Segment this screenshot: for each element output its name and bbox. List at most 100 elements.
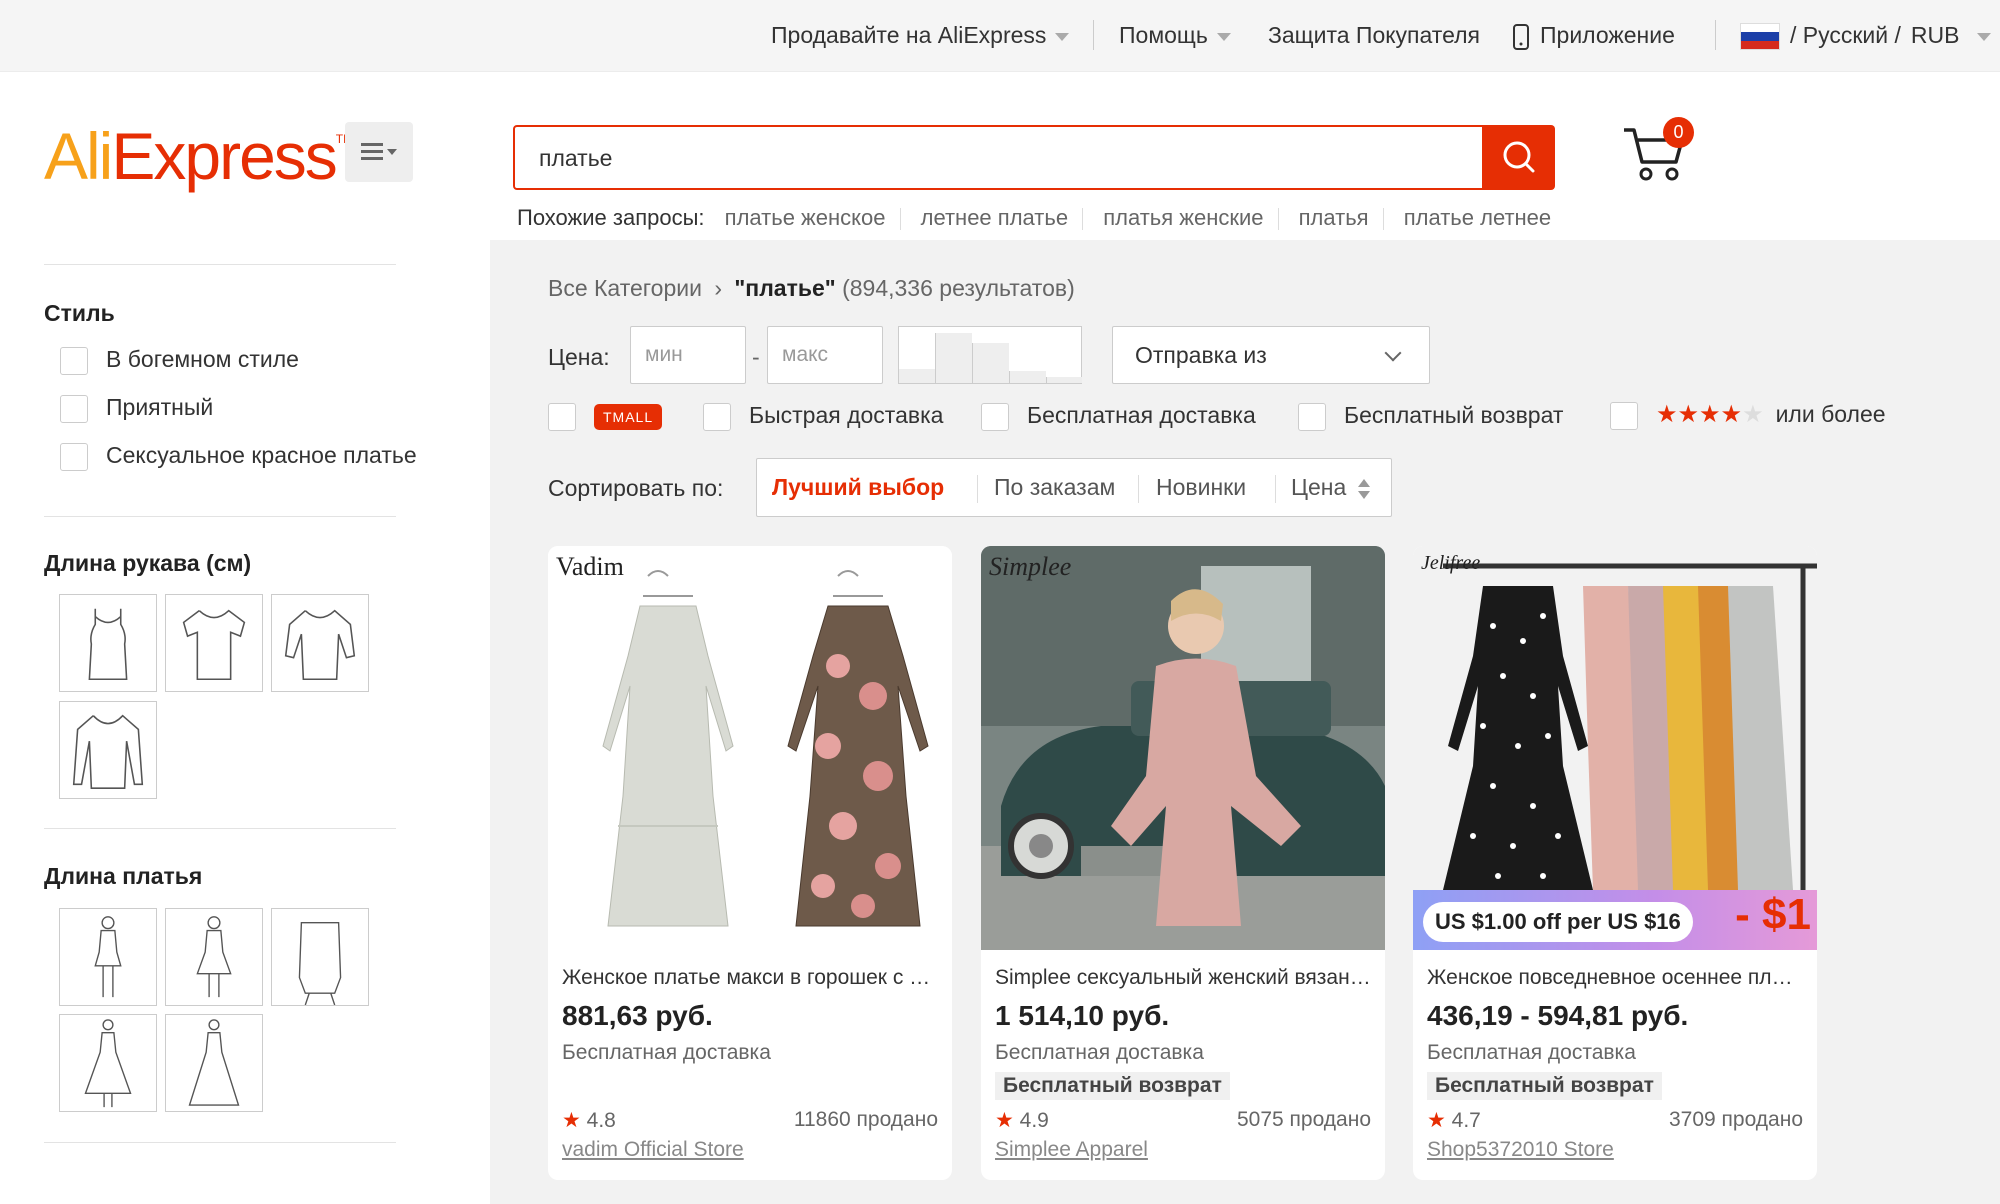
product-title[interactable]: Женское повседневное осеннее платье в го… xyxy=(1427,966,1803,990)
app-link[interactable]: Приложение xyxy=(1512,22,1675,50)
sort-label: Сортировать по: xyxy=(548,475,724,501)
checkbox[interactable] xyxy=(1610,401,1638,430)
dress-length-filter-title: Длина платья xyxy=(44,863,203,889)
histogram-bar xyxy=(899,369,935,383)
product-rating: ★ 4.9 xyxy=(995,1108,1049,1133)
sell-label: Продавайте на AliExpress xyxy=(771,22,1047,48)
midi-skirt-icon xyxy=(298,922,342,1006)
style-option[interactable]: Сексуальное красное платье xyxy=(60,442,417,471)
checkbox[interactable] xyxy=(548,402,576,431)
sort-by-orders[interactable]: По заказам xyxy=(994,474,1115,501)
search-button[interactable] xyxy=(1483,125,1555,190)
related-item[interactable]: платье женское xyxy=(725,205,886,230)
price-min-input[interactable]: мин xyxy=(630,326,746,384)
russia-flag-icon[interactable] xyxy=(1740,23,1780,50)
sort-by-price[interactable]: Цена xyxy=(1291,474,1371,501)
search-input[interactable] xyxy=(525,133,1465,183)
star-icon: ★ xyxy=(562,1109,581,1132)
tea-length-dress-tile[interactable] xyxy=(59,1014,157,1112)
checkbox[interactable] xyxy=(60,442,88,471)
sleeveless-top-icon xyxy=(88,608,128,681)
free-shipping-filter[interactable]: Бесплатная доставка xyxy=(981,402,1256,431)
product-image[interactable]: Vadim xyxy=(548,546,952,950)
checkbox[interactable] xyxy=(60,394,88,423)
logo-express: Express xyxy=(111,119,337,193)
product-image[interactable]: Jelifree US $1.00 off per US $16 - $1 xyxy=(1413,546,1817,950)
short-sleeve-tile[interactable] xyxy=(165,594,263,692)
language-selector[interactable]: / Русский / RUB xyxy=(1790,22,1992,49)
related-label: Похожие запросы: xyxy=(517,205,705,230)
tea-length-dress-icon xyxy=(84,1019,132,1108)
sort-price-label: Цена xyxy=(1291,474,1347,500)
store-link[interactable]: Shop5372010 Store xyxy=(1427,1138,1614,1162)
product-card[interactable]: Simplee Simplee сексуальный женский вяза… xyxy=(981,546,1385,1180)
fast-delivery-filter[interactable]: Быстрая доставка xyxy=(703,402,943,431)
free-shipping-label: Бесплатная доставка xyxy=(1027,402,1256,428)
sleeveless-tile[interactable] xyxy=(59,594,157,692)
rating-value: 4.7 xyxy=(1451,1109,1481,1132)
hamburger-icon xyxy=(361,143,397,160)
price-histogram[interactable] xyxy=(898,326,1082,384)
ship-from-select[interactable]: Отправка из xyxy=(1112,326,1430,384)
checkbox[interactable] xyxy=(703,402,731,431)
related-item[interactable]: платья женские xyxy=(1103,205,1263,230)
divider xyxy=(44,828,396,829)
related-item[interactable]: платья xyxy=(1299,205,1369,230)
brand-logo: Simplee xyxy=(989,552,1072,581)
free-return-filter[interactable]: Бесплатный возврат xyxy=(1298,402,1563,431)
aliexpress-logo[interactable]: AliExpressTM xyxy=(44,118,353,194)
product-image[interactable]: Simplee xyxy=(981,546,1385,950)
style-option[interactable]: В богемном стиле xyxy=(60,346,299,375)
free-return-label: Бесплатный возврат xyxy=(1344,402,1564,428)
sort-arrows-icon xyxy=(1357,478,1370,499)
buyer-protection-link[interactable]: Защита Покупателя xyxy=(1268,22,1480,49)
store-link[interactable]: vadim Official Store xyxy=(562,1138,744,1162)
category-menu-button[interactable] xyxy=(345,122,413,182)
ship-from-label: Отправка из xyxy=(1135,342,1267,368)
breadcrumb: Все Категории › "платье" (894,336 резуль… xyxy=(548,275,1075,302)
breadcrumb-separator-icon: › xyxy=(714,275,722,301)
help-menu[interactable]: Помощь xyxy=(1119,22,1231,49)
sold-count: 11860 продано xyxy=(793,1108,938,1131)
product-price: 436,19 - 594,81 руб. xyxy=(1427,1000,1689,1031)
product-card[interactable]: Jelifree US $1.00 off per US $16 - $1 Же… xyxy=(1413,546,1817,1180)
sort-newest[interactable]: Новинки xyxy=(1156,474,1246,501)
chevron-down-icon xyxy=(1977,32,1992,41)
floor-length-dress-tile[interactable] xyxy=(165,1014,263,1112)
sell-menu[interactable]: Продавайте на AliExpress xyxy=(771,22,1070,49)
product-card[interactable]: Vadim Женское платье макси в горошек с ц… xyxy=(548,546,952,1180)
top-bar: Продавайте на AliExpress Помощь Защита П… xyxy=(0,0,2000,72)
tmall-filter[interactable]: TMALL xyxy=(548,402,663,431)
fast-delivery-label: Быстрая доставка xyxy=(749,402,944,428)
store-link[interactable]: Simplee Apparel xyxy=(995,1138,1148,1162)
app-label: Приложение xyxy=(1540,22,1675,48)
divider xyxy=(44,516,396,517)
three-quarter-sleeve-top-icon xyxy=(284,609,356,681)
divider xyxy=(44,1142,396,1143)
rating-suffix: или более xyxy=(1775,401,1886,427)
promo-banner: US $1.00 off per US $16 - $1 xyxy=(1413,890,1817,950)
style-option[interactable]: Приятный xyxy=(60,394,213,423)
breadcrumb-root[interactable]: Все Категории xyxy=(548,275,702,301)
midi-skirt-tile[interactable] xyxy=(271,908,369,1006)
related-item[interactable]: платье летнее xyxy=(1404,205,1551,230)
related-item[interactable]: летнее платье xyxy=(921,205,1068,230)
long-sleeve-tile[interactable] xyxy=(59,701,157,799)
price-label: Цена: xyxy=(548,344,610,370)
style-option-label: Приятный xyxy=(106,394,214,420)
sort-best-match[interactable]: Лучший выбор xyxy=(772,474,944,501)
sold-count: 5075 продано xyxy=(1236,1108,1371,1131)
rating-filter[interactable]: ★★★★★ или более xyxy=(1610,400,1886,430)
knee-dress-tile[interactable] xyxy=(165,908,263,1006)
divider xyxy=(1138,475,1139,503)
checkbox[interactable] xyxy=(981,402,1009,431)
product-title[interactable]: Simplee сексуальный женский вязаный свит… xyxy=(995,966,1371,990)
three-quarter-sleeve-tile[interactable] xyxy=(271,594,369,692)
mini-dress-tile[interactable] xyxy=(59,908,157,1006)
checkbox[interactable] xyxy=(1298,402,1326,431)
price-max-input[interactable]: макс xyxy=(767,326,883,384)
logo-ali: Ali xyxy=(44,119,113,193)
checkbox[interactable] xyxy=(60,346,88,375)
product-title[interactable]: Женское платье макси в горошек с цветочн… xyxy=(562,966,938,990)
language-label: / Русский / xyxy=(1790,22,1901,48)
